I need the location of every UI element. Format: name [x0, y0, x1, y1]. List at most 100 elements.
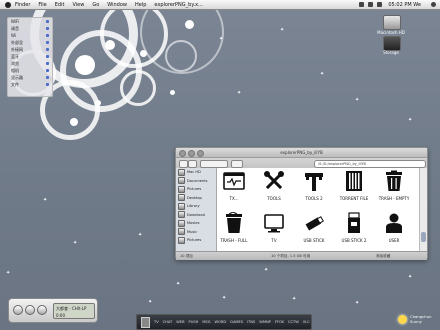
menu-edit[interactable]: Edit: [55, 2, 65, 8]
storage-drive-icon[interactable]: [383, 36, 401, 51]
dock-item[interactable]: CHAT: [163, 320, 173, 324]
panel-row[interactable]: WiFi: [8, 18, 52, 25]
file-item[interactable]: TV: [257, 210, 291, 250]
dock-item[interactable]: PUSH: [189, 320, 199, 324]
hard-drive-icon: [178, 168, 185, 176]
sidebar-item[interactable]: Desktop: [176, 194, 216, 203]
file-label: TORRENT FILE: [339, 196, 369, 201]
music-player: 大都會 - CHX-LP 0:00: [8, 298, 98, 323]
battery-icon[interactable]: [368, 2, 374, 7]
window-title: explorerPNG_by_illYB: [280, 150, 323, 155]
wifi-icon[interactable]: [377, 2, 383, 7]
dock-item[interactable]: VLC: [303, 320, 310, 324]
panel-row-label: WiFi: [11, 19, 20, 24]
dock-item[interactable]: TV: [154, 320, 159, 324]
file-item[interactable]: TOOLS 2: [297, 168, 331, 208]
vertical-scrollbar[interactable]: [419, 168, 427, 251]
forward-button[interactable]: [188, 160, 197, 168]
sidebar-item-label: Movies: [187, 221, 200, 226]
back-button[interactable]: [179, 160, 188, 168]
file-item[interactable]: USER: [377, 210, 411, 250]
sidebar-item-label: Desktop: [187, 195, 202, 200]
status-left: 10 项目: [180, 253, 193, 258]
dock-item[interactable]: CCTW: [288, 320, 299, 324]
trash-full-icon: [226, 212, 242, 233]
path-bar[interactable]: /S:/D:/explorerPNG_by_illYB: [314, 160, 426, 168]
sidebar-item[interactable]: Download: [176, 211, 216, 220]
zoom-button[interactable]: [197, 150, 204, 157]
volume-icon[interactable]: [359, 2, 365, 7]
dock-item[interactable]: ITNS: [247, 320, 255, 324]
file-item[interactable]: USB STICK: [297, 210, 331, 250]
finder-window: explorerPNG_by_illYB /S:/D:/explorerPNG_…: [175, 147, 428, 260]
file-item[interactable]: USB STICK 2: [337, 210, 371, 250]
sidebar-item[interactable]: Mac HD: [176, 168, 216, 177]
file-label: USB STICK 2: [341, 238, 367, 243]
finder-titlebar[interactable]: explorerPNG_by_illYB: [176, 148, 427, 158]
next-button[interactable]: [37, 305, 47, 315]
desktop-icon: [178, 194, 185, 202]
sidebar-item-label: Mac HD: [187, 170, 201, 175]
panel-row[interactable]: 相机: [8, 67, 52, 74]
file-item[interactable]: TX...: [217, 168, 251, 208]
panel-row-label: 显示器: [11, 74, 23, 80]
file-item[interactable]: TORRENT FILE: [337, 168, 371, 208]
hard-drive-icon[interactable]: [383, 15, 401, 30]
dock-item[interactable]: WORD: [215, 320, 227, 324]
sidebar-item-label: Documents: [187, 178, 208, 183]
panel-row[interactable]: 浏览: [8, 60, 52, 67]
weather-widget[interactable]: Changchun Sunny: [398, 312, 438, 328]
file-item[interactable]: TRASH - FULL: [217, 210, 251, 250]
panel-row-label: Wi: [11, 33, 16, 38]
scrollbar-thumb[interactable]: [421, 232, 426, 242]
apple-menu-icon[interactable]: [5, 1, 11, 8]
sidebar-item[interactable]: Music: [176, 228, 216, 237]
menu-finder[interactable]: Finder: [15, 2, 30, 8]
menu-view[interactable]: View: [72, 2, 84, 8]
menu-go[interactable]: Go: [92, 2, 99, 8]
file-label: TV: [271, 238, 277, 243]
dock-item[interactable]: MSG: [202, 320, 210, 324]
panel-row[interactable]: Wi: [8, 32, 52, 39]
dock-item[interactable]: WEB: [176, 320, 184, 324]
panel-row[interactable]: 外部显: [8, 39, 52, 46]
panel-row[interactable]: 显示器: [8, 74, 52, 81]
panel-row[interactable]: 文件: [8, 81, 52, 88]
panel-row[interactable]: 调音: [8, 25, 52, 32]
sidebar-item[interactable]: Pictures: [176, 185, 216, 194]
sidebar-item-label: Pictures: [187, 187, 202, 192]
spotlight-icon[interactable]: [431, 2, 436, 7]
dock-item[interactable]: FFOX: [275, 320, 284, 324]
sidebar-item[interactable]: Pictures: [176, 236, 216, 245]
usb-stick-2-icon: [348, 212, 360, 233]
sidebar-item-label: Pictures: [187, 238, 202, 243]
minimize-button[interactable]: [188, 150, 195, 157]
close-button[interactable]: [179, 150, 186, 157]
usb-stick-icon: [305, 216, 324, 231]
previous-button[interactable]: [13, 305, 23, 315]
weather-condition: Sunny: [410, 319, 422, 324]
menu-window[interactable]: Window: [107, 2, 127, 8]
view-mode-buttons[interactable]: [200, 160, 228, 168]
panel-row[interactable]: 外接网: [8, 46, 52, 53]
file-label: TRASH - FULL: [220, 238, 248, 243]
sidebar-item[interactable]: Movies: [176, 219, 216, 228]
file-item[interactable]: TRASH - EMPTY: [377, 168, 411, 208]
sidebar-item[interactable]: Library: [176, 202, 216, 211]
play-button[interactable]: [25, 305, 35, 315]
sidebar-item[interactable]: Documents: [176, 177, 216, 186]
file-item[interactable]: TOOLS: [257, 168, 291, 208]
dock-stack-icon[interactable]: [141, 316, 150, 328]
menu-help[interactable]: Help: [135, 2, 146, 8]
movies-icon: [178, 219, 185, 227]
action-button[interactable]: [231, 160, 243, 168]
download-icon: [178, 211, 185, 219]
menubar-clock[interactable]: 05:02 PM We: [388, 2, 421, 8]
dock-item[interactable]: WMNP: [259, 320, 271, 324]
panel-row[interactable]: 蓝牙: [8, 53, 52, 60]
check-icon: [46, 41, 49, 44]
dock-item[interactable]: GAMES: [230, 320, 243, 324]
menu-file[interactable]: File: [38, 2, 46, 8]
tools-icon: [264, 171, 284, 190]
status-right[interactable]: 添加收藏: [376, 254, 390, 259]
